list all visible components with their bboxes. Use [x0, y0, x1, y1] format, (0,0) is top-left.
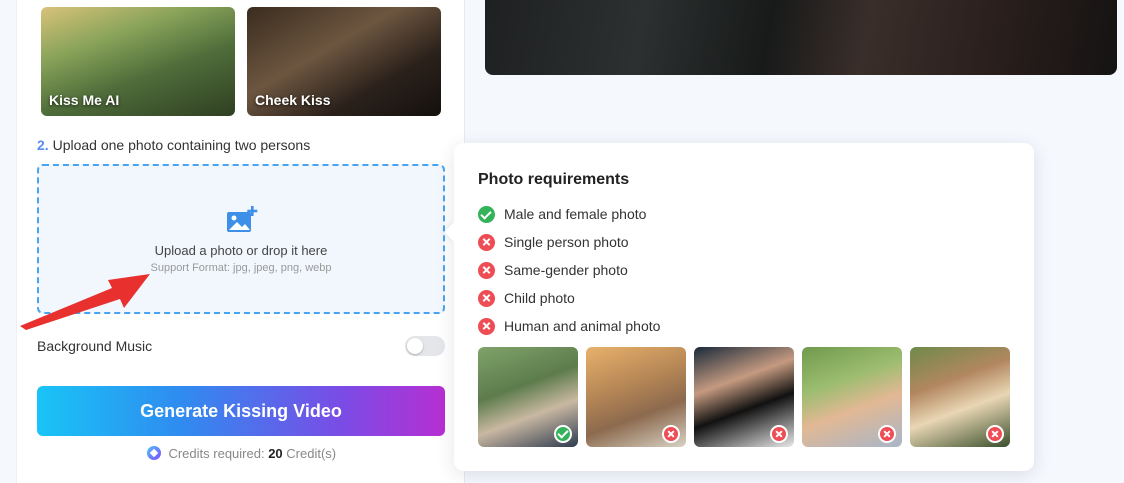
- photo-requirements-popover: Photo requirements Male and female photo…: [454, 143, 1034, 471]
- cross-icon: [478, 289, 495, 307]
- cross-icon: [986, 425, 1004, 443]
- toggle-knob: [407, 338, 423, 354]
- style-card-label: Cheek Kiss: [255, 92, 331, 108]
- style-card-label: Kiss Me AI: [49, 92, 120, 108]
- cross-icon: [478, 233, 495, 251]
- credits-amount: 20: [268, 446, 283, 461]
- requirement-item: Single person photo: [478, 228, 660, 256]
- requirement-text: Human and animal photo: [504, 318, 661, 334]
- cross-icon: [478, 317, 495, 335]
- requirement-item: Human and animal photo: [478, 312, 660, 340]
- sample-photo-single: [586, 347, 686, 447]
- upload-instructions: Upload a photo or drop it here: [154, 243, 328, 258]
- sample-photo-same-gender: [694, 347, 794, 447]
- cross-icon: [878, 425, 896, 443]
- credits-required: Credits required: 20 Credit(s): [17, 446, 466, 461]
- requirement-item: Child photo: [478, 284, 660, 312]
- pointer-arrow-icon: [20, 274, 150, 330]
- cross-icon: [662, 425, 680, 443]
- sample-photo-human-animal: [910, 347, 1010, 447]
- requirement-text: Same-gender photo: [504, 262, 628, 278]
- credits-prefix: Credits required:: [168, 446, 265, 461]
- background-music-label: Background Music: [37, 338, 153, 354]
- check-icon: [554, 425, 572, 443]
- credits-unit: Credit(s): [286, 446, 337, 461]
- requirement-text: Child photo: [504, 290, 575, 306]
- result-preview-image: [485, 0, 1117, 75]
- requirements-title: Photo requirements: [478, 171, 630, 188]
- left-panel: Kiss Me AI Cheek Kiss 2. Upload one phot…: [16, 0, 465, 483]
- credit-icon: [146, 446, 161, 460]
- step-number: 2.: [37, 137, 49, 153]
- check-icon: [478, 205, 495, 223]
- cross-icon: [770, 425, 788, 443]
- sample-photo-child: [802, 347, 902, 447]
- requirement-text: Single person photo: [504, 234, 629, 250]
- style-card-cheek-kiss[interactable]: Cheek Kiss: [247, 7, 441, 116]
- upload-step-label: 2. Upload one photo containing two perso…: [37, 137, 310, 153]
- step-text: Upload one photo containing two persons: [52, 137, 311, 153]
- sample-photo-couple: [478, 347, 578, 447]
- requirement-item: Same-gender photo: [478, 256, 660, 284]
- requirement-text: Male and female photo: [504, 206, 647, 222]
- sample-photos: [478, 347, 1010, 447]
- style-card-kiss-me-ai[interactable]: Kiss Me AI: [41, 7, 235, 116]
- cross-icon: [478, 261, 495, 279]
- generate-video-button[interactable]: Generate Kissing Video: [37, 386, 445, 436]
- add-image-icon: [227, 206, 258, 232]
- background-music-toggle[interactable]: [405, 336, 445, 356]
- requirement-item: Male and female photo: [478, 200, 660, 228]
- requirements-list: Male and female photo Single person phot…: [478, 200, 660, 340]
